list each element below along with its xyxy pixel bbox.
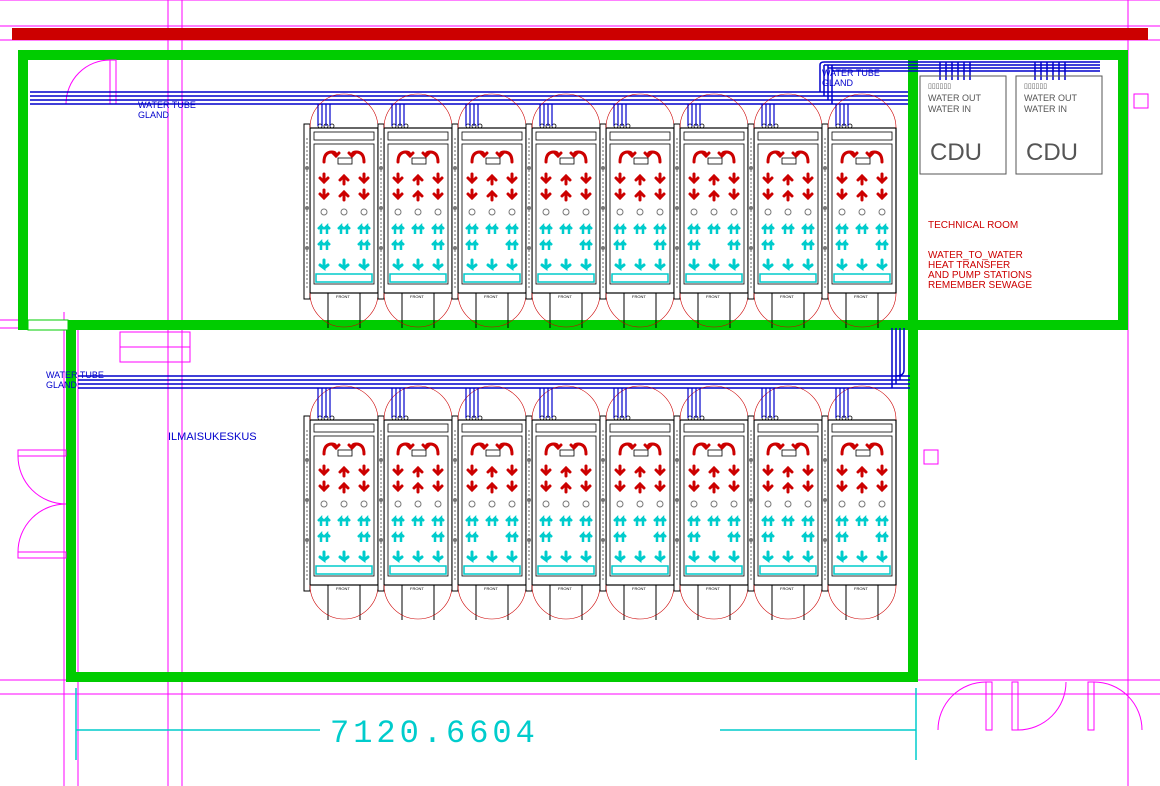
water-out-label-2: WATER OUT	[1024, 93, 1077, 103]
svg-text:CDU: CDU	[1026, 139, 1078, 166]
bottom-door-swings	[1012, 682, 1066, 730]
water-tube-label-c1: WATER TUBE	[46, 370, 104, 380]
svg-text:GLAND: GLAND	[138, 110, 170, 120]
water-tube-label-b2: GLAND	[822, 78, 854, 88]
water-in-label-1: WATER IN	[928, 104, 971, 114]
svg-text:WATER OUT: WATER OUT	[1024, 93, 1077, 103]
water-in-label-2: WATER IN	[1024, 104, 1067, 114]
water-lines-bottom	[78, 328, 910, 388]
rack-row-top	[304, 94, 896, 328]
svg-text:WATER IN: WATER IN	[1024, 104, 1067, 114]
ilmaisukeskus-label: ILMAISUKESKUS	[168, 431, 257, 443]
svg-text:GLAND: GLAND	[822, 78, 854, 88]
dimension: 7120.6604	[76, 688, 916, 760]
svg-text:WATER TUBE: WATER TUBE	[46, 370, 104, 380]
dimension-value: 7120.6604	[330, 715, 539, 752]
water-tube-label-b1: WATER TUBE	[822, 68, 880, 78]
water-tube-label-a1: WATER TUBE	[138, 100, 196, 110]
svg-text:▯▯▯▯▯▯: ▯▯▯▯▯▯	[1024, 83, 1047, 90]
technical-room: ▯▯▯▯▯▯ ▯▯▯▯▯▯ WATER OUT WATER IN WATER O…	[920, 76, 1102, 291]
rack-row-bottom	[304, 386, 896, 620]
cdu-label-2: CDU	[1026, 139, 1078, 166]
top-red-bar	[12, 28, 1148, 40]
svg-text:▯▯▯▯▯▯: ▯▯▯▯▯▯	[928, 83, 951, 90]
cdu-label-1: CDU	[930, 139, 982, 166]
water-out-label-1: WATER OUT	[928, 93, 981, 103]
tech-line4: REMEMBER SEWAGE	[928, 280, 1032, 291]
magenta-grid	[0, 0, 1160, 786]
svg-text:GLAND: GLAND	[46, 380, 78, 390]
water-tube-label-c2: GLAND	[46, 380, 78, 390]
technical-room-label: TECHNICAL ROOM	[928, 220, 1018, 231]
svg-text:WATER IN: WATER IN	[928, 104, 971, 114]
water-tube-label-a2: GLAND	[138, 110, 170, 120]
svg-text:WATER TUBE: WATER TUBE	[822, 68, 880, 78]
svg-text:ILMAISUKESKUS: ILMAISUKESKUS	[168, 431, 257, 443]
svg-text:REMEMBER SEWAGE: REMEMBER SEWAGE	[928, 280, 1032, 291]
cad-diagram: ▯▯▯▯▯▯ ▯▯▯▯▯▯ WATER OUT WATER IN WATER O…	[0, 0, 1160, 786]
svg-text:WATER OUT: WATER OUT	[928, 93, 981, 103]
misc-magenta	[120, 332, 190, 362]
svg-text:TECHNICAL ROOM: TECHNICAL ROOM	[928, 220, 1018, 231]
svg-text:7120.6604: 7120.6604	[330, 715, 539, 752]
svg-text:CDU: CDU	[930, 139, 982, 166]
svg-text:WATER TUBE: WATER TUBE	[138, 100, 196, 110]
